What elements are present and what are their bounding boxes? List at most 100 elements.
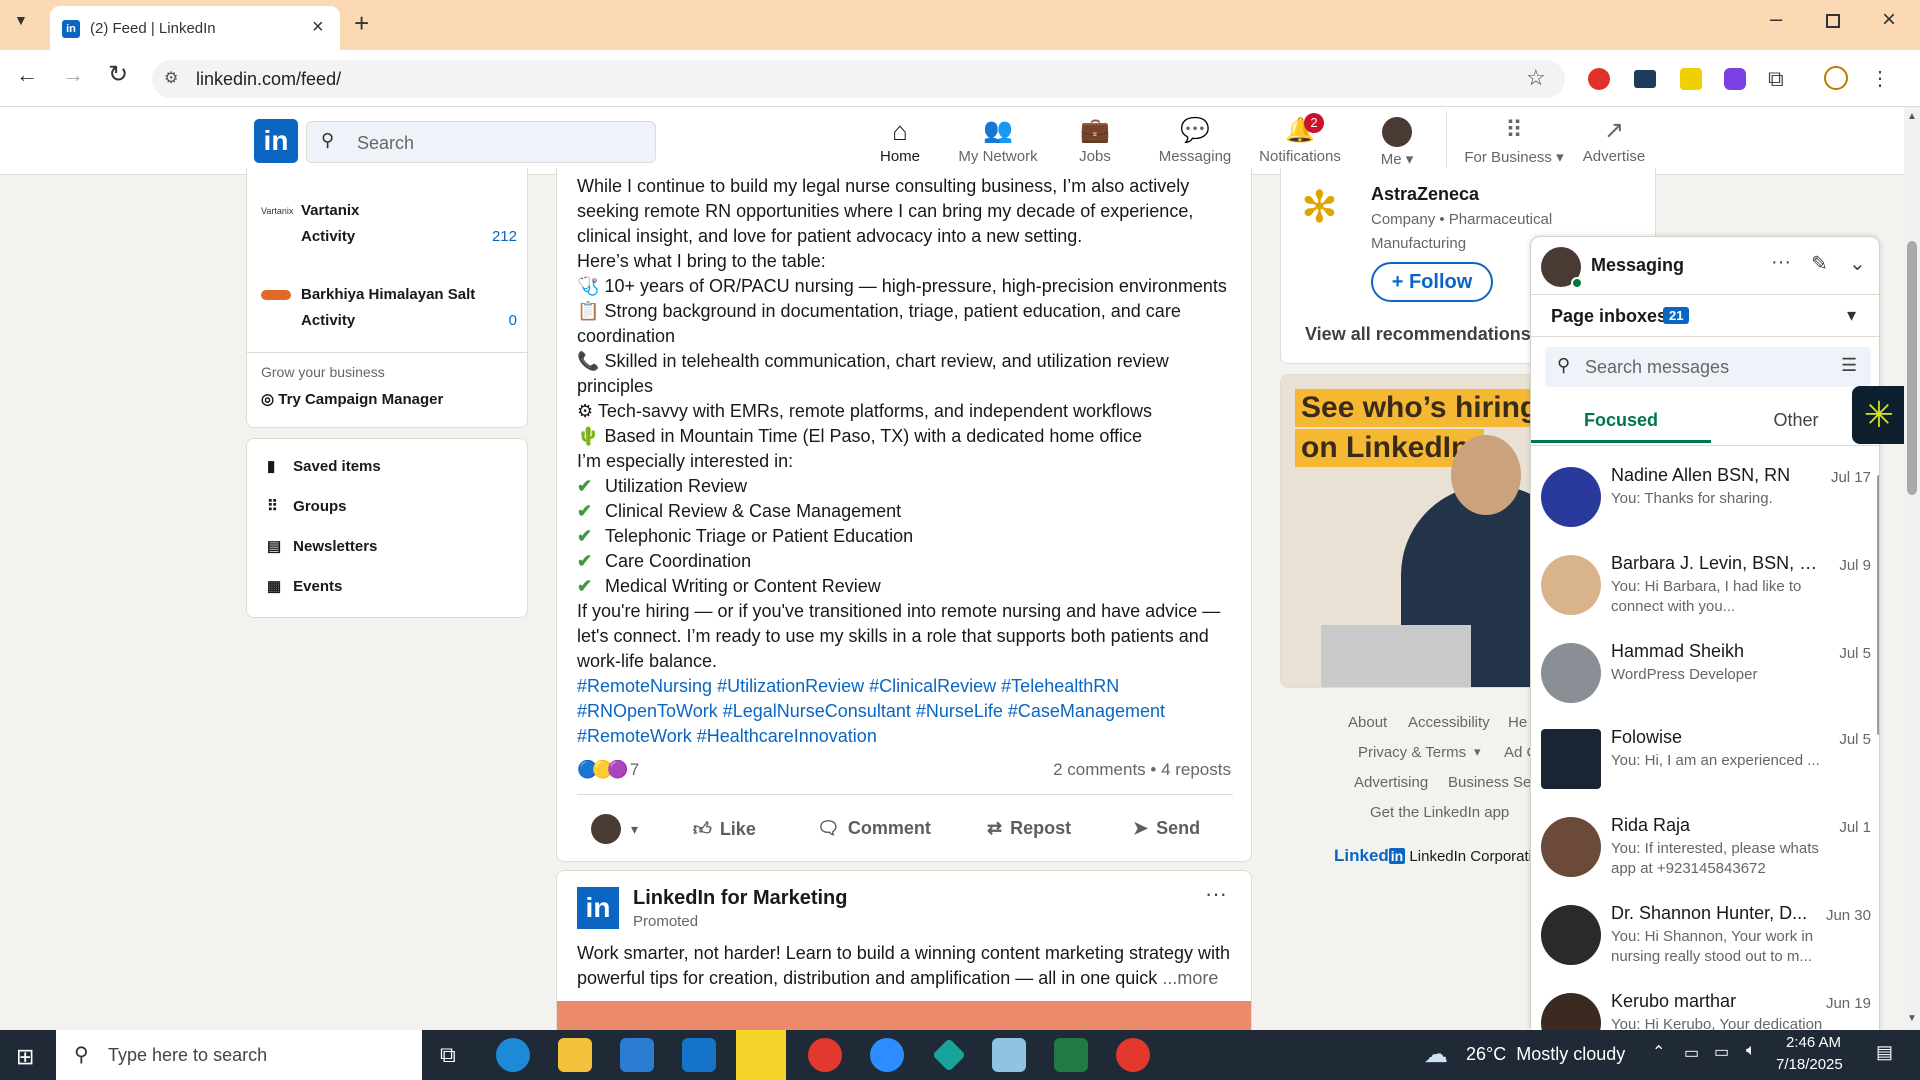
view-all-recommendations-link[interactable]: View all recommendations →: [1305, 324, 1554, 345]
footer-about[interactable]: About: [1348, 714, 1387, 731]
start-windows-icon[interactable]: ⊞: [16, 1044, 34, 1070]
conversation-row[interactable]: Barbara J. Levin, BSN, RN... Jul 9 You: …: [1531, 553, 1871, 639]
saved-items-link[interactable]: ▮ Saved items: [267, 457, 381, 475]
nav-advertise[interactable]: ↗ Advertise: [1574, 117, 1654, 165]
footer-help[interactable]: He: [1508, 714, 1527, 731]
see-more-link[interactable]: ...more: [1162, 968, 1218, 988]
newsletters-link[interactable]: ▤ Newsletters: [267, 537, 377, 555]
extension-2-icon[interactable]: [1634, 70, 1656, 88]
send-button[interactable]: ➤ Send: [1133, 818, 1200, 839]
mail-icon[interactable]: [682, 1038, 716, 1072]
weather-icon[interactable]: ☁: [1424, 1040, 1448, 1069]
url-field[interactable]: ⚙ linkedin.com/feed/ ☆: [152, 60, 1565, 98]
search-box[interactable]: ⚲ Search: [306, 121, 656, 163]
notification-center-icon[interactable]: ▤: [1876, 1042, 1893, 1063]
repost-button[interactable]: ⇄ Repost: [987, 818, 1071, 839]
page-scrollbar[interactable]: ▲ ▼: [1904, 107, 1920, 1030]
astrazeneca-logo-icon[interactable]: ✻: [1301, 186, 1338, 230]
nav-jobs[interactable]: 💼 Jobs: [1060, 117, 1130, 165]
nav-messaging[interactable]: 💬 Messaging: [1140, 117, 1250, 165]
page-row[interactable]: Barkhiya Himalayan Salt Activity 0: [261, 286, 517, 346]
conversation-row[interactable]: Dr. Shannon Hunter, D... Jun 30 You: Hi …: [1531, 903, 1871, 989]
tray-chevron-icon[interactable]: ⌃: [1652, 1042, 1665, 1062]
battery-icon[interactable]: ▭: [1684, 1043, 1699, 1063]
comment-button[interactable]: 🗨︎ Comment: [817, 818, 931, 839]
collapse-icon[interactable]: ⌄: [1849, 251, 1866, 276]
zoom-icon[interactable]: [870, 1038, 904, 1072]
footer-business[interactable]: Business Ser: [1448, 774, 1536, 791]
conversation-row[interactable]: Rida Raja Jul 1 You: If interested, plea…: [1531, 815, 1871, 901]
nav-notifications[interactable]: 🔔 Notifications 2: [1250, 113, 1350, 165]
site-info-icon[interactable]: ⚙: [164, 68, 178, 88]
extension-3-icon[interactable]: [1680, 68, 1702, 90]
hashtag-line[interactable]: #RemoteNursing #UtilizationReview #Clini…: [577, 674, 1233, 699]
chevron-down-icon[interactable]: ▾: [1847, 305, 1856, 326]
extensions-puzzle-icon[interactable]: ⧉: [1768, 66, 1784, 92]
chrome-icon[interactable]: [808, 1038, 842, 1072]
conversation-row[interactable]: Kerubo marthar Jun 19 You: Hi Kerubo, Yo…: [1531, 991, 1871, 1030]
taskbar-search[interactable]: ⚲ Type here to search: [56, 1030, 422, 1080]
conversation-scrollbar[interactable]: [1877, 475, 1879, 735]
nav-home[interactable]: ⌂ Home: [860, 117, 940, 165]
network-icon[interactable]: ▭: [1714, 1042, 1729, 1062]
extension-side-widget-icon[interactable]: ✳: [1852, 386, 1906, 444]
excel-icon[interactable]: [1054, 1038, 1088, 1072]
sticky-notes-icon[interactable]: [736, 1030, 786, 1080]
conversation-row[interactable]: Nadine Allen BSN, RN Jul 17 You: Thanks …: [1531, 465, 1871, 551]
promo-image[interactable]: [557, 1001, 1251, 1030]
company-name[interactable]: AstraZeneca: [1371, 184, 1479, 205]
app-notes-icon[interactable]: [992, 1038, 1026, 1072]
follow-button[interactable]: + Follow: [1371, 262, 1493, 302]
search-messages-field[interactable]: ⚲ Search messages ☰: [1545, 347, 1871, 387]
conversation-row[interactable]: Hammad Sheikh Jul 5 WordPress Developer: [1531, 641, 1871, 727]
groups-link[interactable]: ⠿ Groups: [267, 497, 347, 515]
minimize-icon[interactable]: –: [1770, 6, 1782, 32]
browser-tab[interactable]: in (2) Feed | LinkedIn ×: [50, 6, 340, 50]
clock-date[interactable]: 7/18/2025: [1776, 1056, 1843, 1073]
clock-time[interactable]: 2:46 AM: [1786, 1034, 1841, 1051]
tab-focused[interactable]: Focused: [1531, 397, 1711, 443]
scroll-thumb[interactable]: [1907, 241, 1917, 495]
compose-icon[interactable]: ✎: [1811, 251, 1828, 276]
restore-icon[interactable]: [1826, 14, 1840, 28]
more-options-icon[interactable]: ···: [1771, 251, 1791, 274]
file-explorer-icon[interactable]: [558, 1038, 592, 1072]
back-icon[interactable]: ←: [16, 62, 38, 88]
store-icon[interactable]: [620, 1038, 654, 1072]
like-button[interactable]: 👍︎ Like: [693, 818, 756, 840]
app-diamond-icon[interactable]: [932, 1038, 966, 1072]
linkedin-marketing-logo-icon[interactable]: in: [577, 887, 619, 929]
nav-for-business[interactable]: ⠿ For Business ▾: [1454, 117, 1574, 166]
footer-accessibility[interactable]: Accessibility: [1408, 714, 1490, 731]
close-window-icon[interactable]: ×: [1882, 6, 1896, 34]
browser-menu-icon[interactable]: ⋮: [1870, 66, 1890, 91]
footer-get-app[interactable]: Get the LinkedIn app: [1370, 804, 1509, 821]
extension-1-icon[interactable]: [1588, 68, 1610, 90]
reload-icon[interactable]: ↻: [108, 60, 128, 89]
nav-me[interactable]: Me ▾: [1362, 117, 1432, 168]
page-row[interactable]: Vartanix Vartanix Activity 212: [261, 202, 517, 262]
conversation-row[interactable]: Folowise Jul 5 You: Hi, I am an experien…: [1531, 727, 1871, 813]
filter-icon[interactable]: ☰: [1841, 355, 1857, 376]
promo-name[interactable]: LinkedIn for Marketing: [633, 887, 847, 910]
hashtag-line[interactable]: #RemoteWork #HealthcareInnovation: [577, 724, 1233, 749]
hashtag-line[interactable]: #RNOpenToWork #LegalNurseConsultant #Nur…: [577, 699, 1233, 724]
events-link[interactable]: ▦ Events: [267, 577, 342, 595]
new-tab-icon[interactable]: +: [354, 8, 369, 39]
page-inboxes-row[interactable]: Page inboxes 21 ▾: [1531, 295, 1879, 337]
try-campaign-manager-link[interactable]: ◎ Try Campaign Manager: [261, 390, 443, 408]
forward-icon[interactable]: →: [62, 62, 84, 88]
comments-reposts-count[interactable]: 2 comments • 4 reposts: [1053, 760, 1231, 780]
close-tab-icon[interactable]: ×: [312, 16, 324, 39]
more-options-icon[interactable]: ···: [1205, 881, 1227, 907]
weather-text[interactable]: 26°C Mostly cloudy: [1466, 1044, 1625, 1065]
bookmark-star-icon[interactable]: ☆: [1526, 65, 1546, 91]
footer-privacy[interactable]: Privacy & Terms: [1358, 744, 1466, 761]
reaction-summary[interactable]: 🔵🟡🟣 7: [577, 760, 639, 780]
task-view-icon[interactable]: ⧉: [440, 1042, 456, 1068]
actor-switcher[interactable]: ▾: [591, 814, 638, 844]
scroll-down-icon[interactable]: ▼: [1907, 1013, 1917, 1024]
nav-my-network[interactable]: 👥 My Network: [948, 117, 1048, 165]
extension-4-icon[interactable]: [1724, 68, 1746, 90]
volume-icon[interactable]: 🔈︎: [1746, 1042, 1756, 1060]
